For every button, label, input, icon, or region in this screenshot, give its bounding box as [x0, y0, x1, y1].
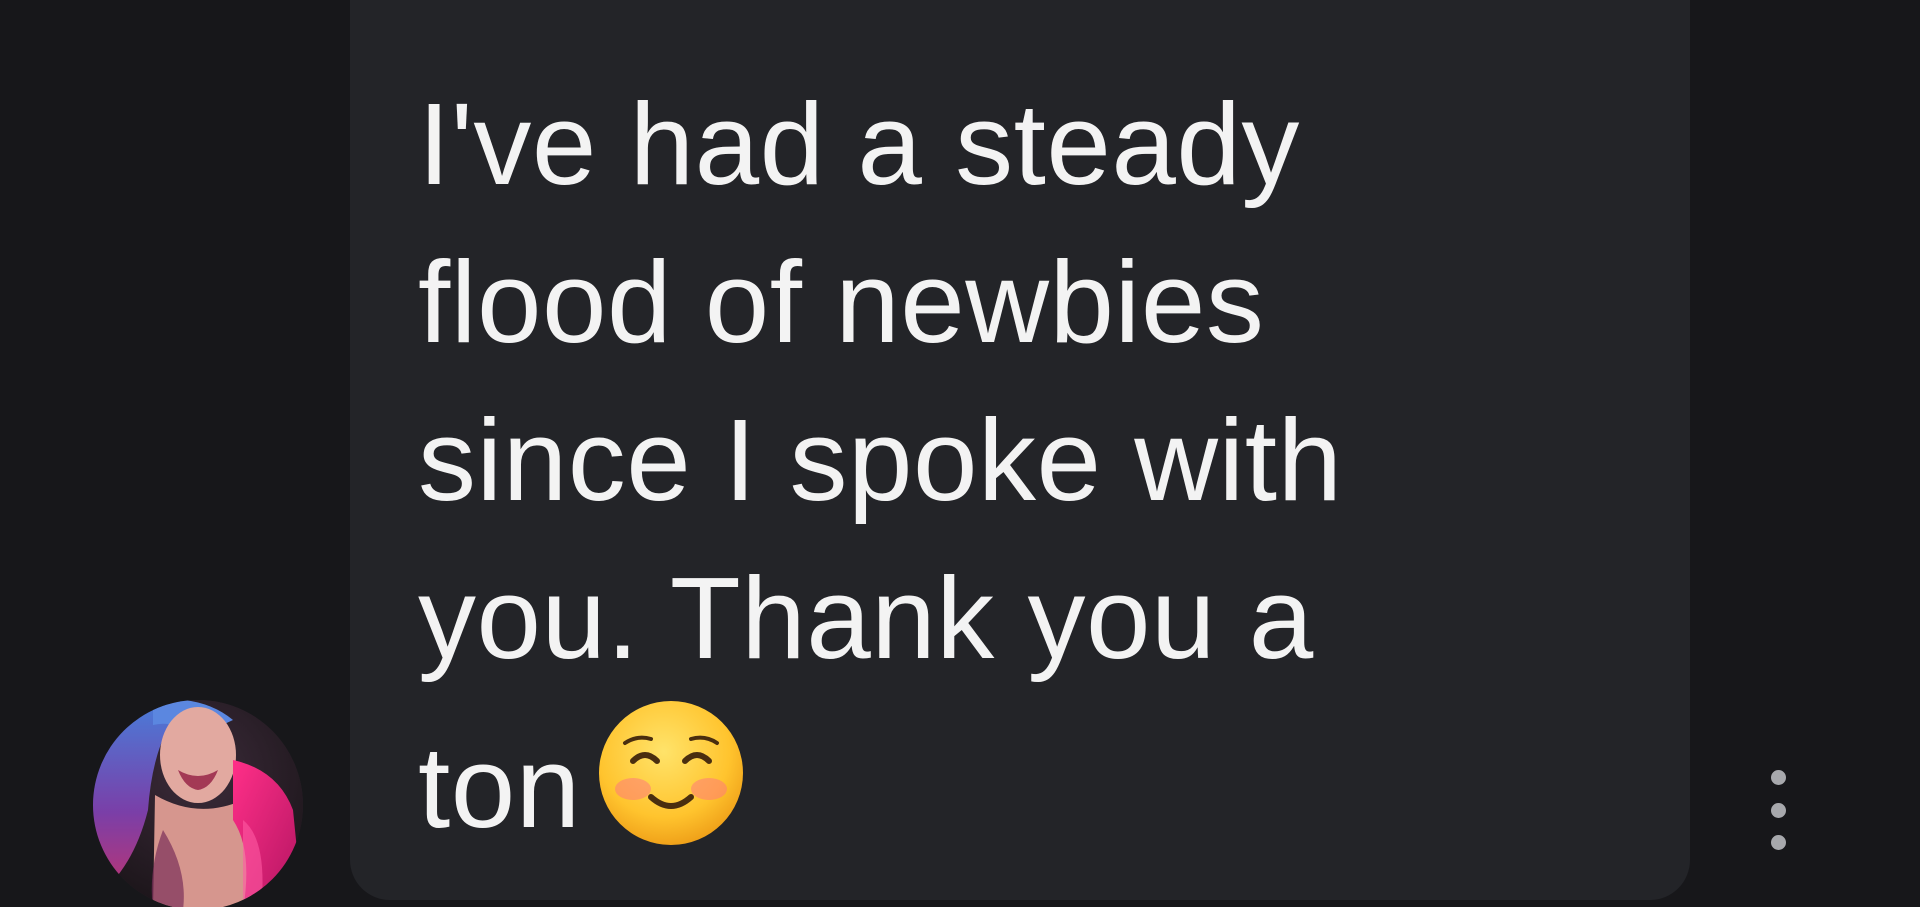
message-line: since I spoke with	[418, 395, 1343, 525]
message-line: I've had a steady	[418, 79, 1300, 209]
avatar-photo	[93, 700, 303, 907]
more-vert-icon	[1770, 770, 1786, 785]
more-options-button[interactable]	[1760, 770, 1796, 850]
message-line: ton	[418, 722, 581, 852]
smiling-face-emoji-icon	[595, 697, 747, 849]
message-line: you. Thank you a	[418, 553, 1314, 683]
more-vert-icon	[1770, 835, 1786, 850]
chat-screen: I've had a steady flood of newbies since…	[0, 0, 1920, 907]
message-text: I've had a steady flood of newbies since…	[418, 65, 1518, 866]
message-bubble[interactable]: I've had a steady flood of newbies since…	[350, 0, 1690, 900]
avatar[interactable]	[93, 700, 303, 907]
more-vert-icon	[1770, 802, 1786, 818]
message-line: flood of newbies	[418, 237, 1265, 367]
